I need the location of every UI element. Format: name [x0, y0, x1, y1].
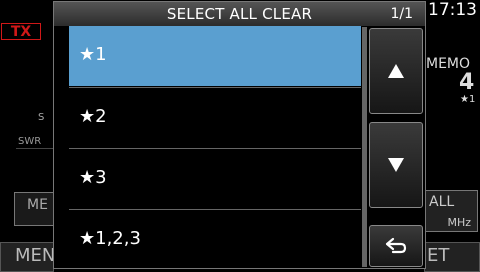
memo-star-group: ★1: [460, 94, 476, 105]
list-item-star-2[interactable]: ★2: [69, 88, 361, 148]
up-arrow-icon: [388, 64, 404, 78]
all-button[interactable]: ALL MHz: [422, 190, 478, 232]
list-item-label: ★2: [79, 106, 107, 127]
return-button[interactable]: [369, 225, 423, 267]
memo-number: 4: [459, 70, 475, 95]
scrollbar[interactable]: [362, 27, 367, 267]
all-label: ALL: [429, 194, 455, 210]
meter-line: [16, 148, 54, 149]
list-item-star-3[interactable]: ★3: [69, 149, 361, 209]
set-label: ET: [427, 245, 450, 266]
list-item-label: ★3: [79, 167, 107, 188]
scroll-up-button[interactable]: [369, 28, 423, 114]
down-arrow-icon: [388, 158, 404, 172]
mhz-label: MHz: [447, 216, 471, 229]
page-indicator: 1/1: [390, 6, 413, 22]
list-item-label: ★1,2,3: [79, 228, 141, 249]
list-item-star-1-2-3[interactable]: ★1,2,3: [69, 210, 361, 270]
me-label: ME: [27, 197, 48, 213]
select-all-clear-dialog: SELECT ALL CLEAR 1/1 ★1 ★2 ★3 ★1,2,3: [53, 1, 426, 269]
list-item-star-1[interactable]: ★1: [69, 26, 361, 86]
me-button[interactable]: ME: [14, 192, 54, 226]
star-group-list: ★1 ★2 ★3 ★1,2,3: [69, 26, 361, 270]
clock: 17:13: [428, 0, 477, 20]
menu-label: MEN: [15, 245, 56, 266]
menu-button[interactable]: MEN: [0, 242, 56, 272]
list-item-label: ★1: [79, 44, 107, 65]
swr-label: SWR: [18, 136, 42, 147]
dialog-title-bar: SELECT ALL CLEAR 1/1: [54, 2, 425, 26]
return-arrow-icon: [385, 237, 407, 254]
set-button[interactable]: ET: [424, 242, 480, 272]
s-meter-label: S: [38, 112, 45, 123]
tx-indicator: TX: [1, 23, 41, 40]
scroll-down-button[interactable]: [369, 122, 423, 208]
dialog-title: SELECT ALL CLEAR: [166, 5, 313, 23]
